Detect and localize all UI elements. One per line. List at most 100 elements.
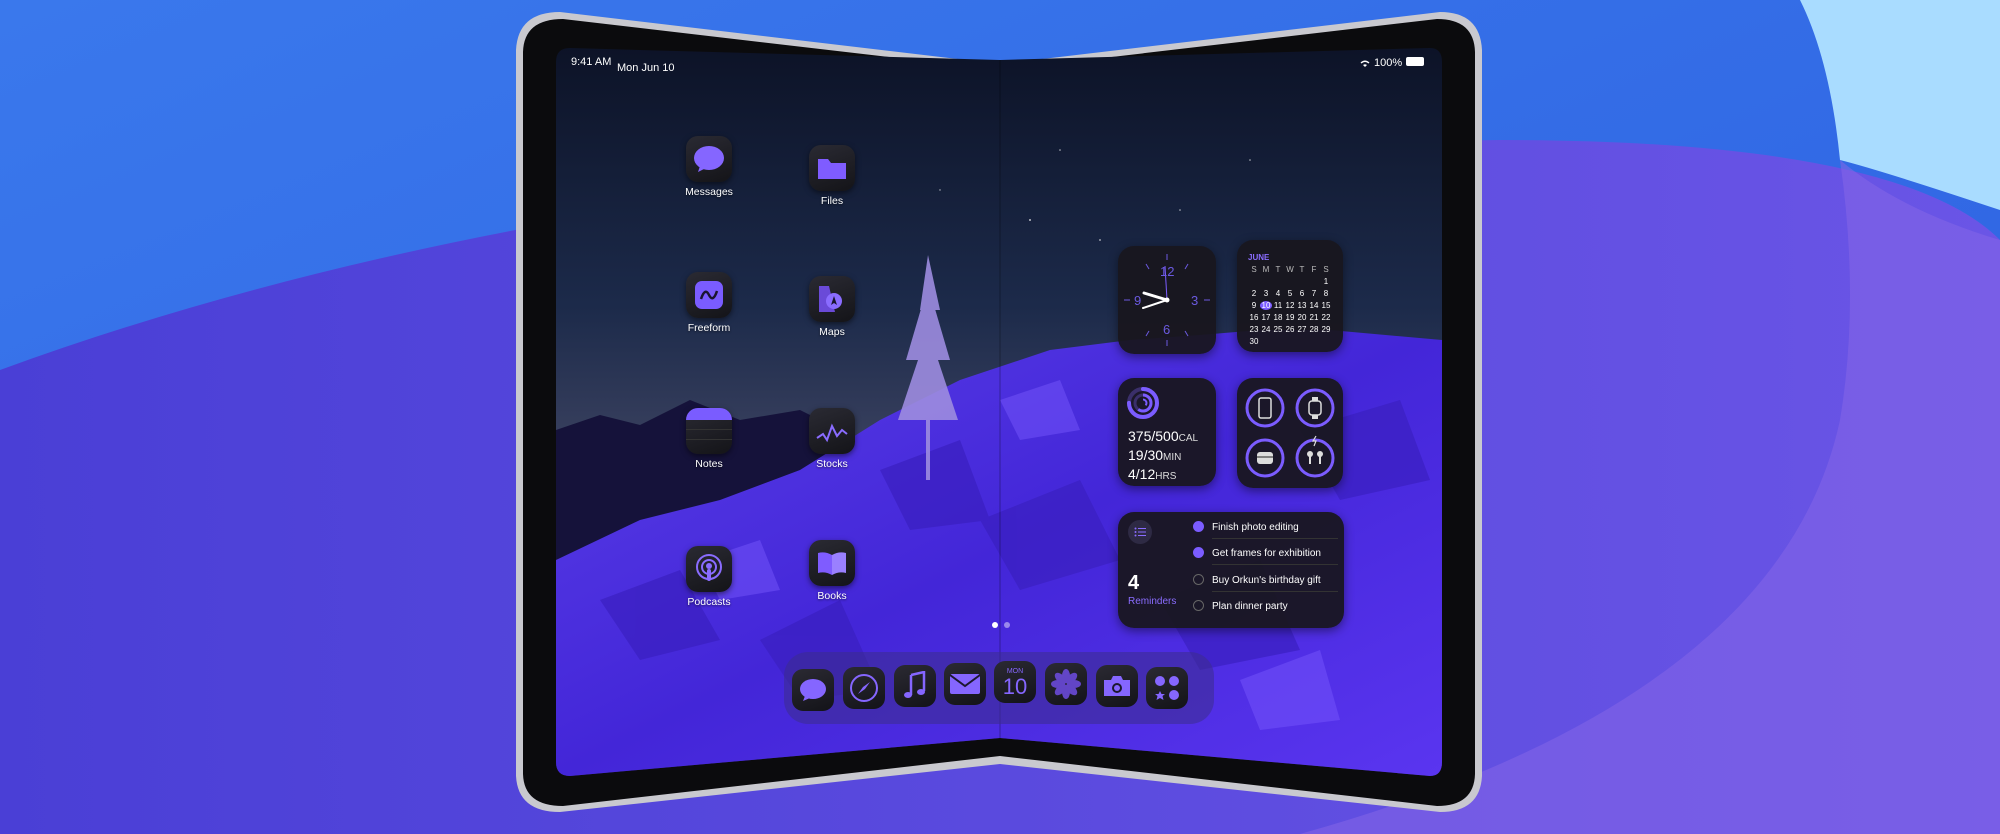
dock-messages[interactable]	[792, 669, 834, 711]
calendar-day[interactable]: 11	[1272, 301, 1284, 310]
calendar-widget[interactable]: JUNE S M T W T F S 1 2 3 4 5 6 7 8 9 10 11 12 13 14 15 16 17 18 1…	[1237, 240, 1343, 352]
calendar-day[interactable]: 27	[1296, 325, 1308, 334]
calendar-day[interactable]: 2	[1248, 289, 1260, 298]
calendar-day[interactable]: 3	[1260, 289, 1272, 298]
list-bullet-icon	[1128, 520, 1152, 544]
calendar-day[interactable]: 30	[1248, 337, 1260, 346]
iphone-icon	[1258, 397, 1272, 419]
calendar-day	[1284, 277, 1296, 286]
calendar-day[interactable]: 28	[1308, 325, 1320, 334]
reminder-checkbox[interactable]	[1193, 547, 1204, 558]
calendar-day[interactable]: 6	[1296, 289, 1308, 298]
app-podcasts[interactable]: Podcasts	[664, 546, 754, 608]
calendar-day[interactable]: 26	[1284, 325, 1296, 334]
reminder-item[interactable]: Plan dinner party	[1212, 601, 1288, 612]
dock-calendar-date: 10	[1002, 673, 1028, 699]
calendar-month: JUNE	[1248, 253, 1270, 262]
app-label: Podcasts	[687, 596, 731, 608]
calendar-today[interactable]: 10	[1260, 301, 1272, 310]
fitness-widget[interactable]: 375/500CAL 19/30MIN 4/12HRS	[1118, 378, 1216, 486]
calendar-day[interactable]: 9	[1248, 301, 1260, 310]
dock-camera[interactable]	[1096, 665, 1138, 707]
calendar-day[interactable]: 8	[1320, 289, 1332, 298]
divider	[1212, 538, 1338, 539]
reminder-item[interactable]: Buy Orkun's birthday gift	[1212, 575, 1321, 586]
calendar-grid: S M T W T F S 1 2 3 4 5 6 7 8 9 10 11 12 13 14 15 16 17 18 19 20 21…	[1248, 265, 1332, 346]
app-label: Stocks	[816, 458, 848, 470]
safari-icon	[850, 674, 878, 702]
calendar-day[interactable]: 12	[1284, 301, 1296, 310]
calendar-day[interactable]: 17	[1260, 313, 1272, 322]
charging-bolt-icon	[1311, 435, 1317, 447]
calendar-day[interactable]: 25	[1272, 325, 1284, 334]
calendar-day[interactable]: 29	[1320, 325, 1332, 334]
calendar-day[interactable]: 13	[1296, 301, 1308, 310]
calendar-day[interactable]: 5	[1284, 289, 1296, 298]
calendar-day[interactable]: 19	[1284, 313, 1296, 322]
reminder-item[interactable]: Finish photo editing	[1212, 522, 1299, 533]
status-time: 9:41 AM	[571, 56, 612, 68]
calendar-day	[1296, 277, 1308, 286]
reminders-widget[interactable]: 4 Reminders Finish photo editing Get fra…	[1118, 512, 1344, 628]
app-label: Messages	[685, 186, 733, 198]
clock-widget[interactable]: 12 3 6 9	[1118, 246, 1216, 354]
calendar-day[interactable]: 22	[1320, 313, 1332, 322]
page-indicator-dot-active[interactable]	[992, 622, 998, 628]
reminder-checkbox[interactable]	[1193, 521, 1204, 532]
calendar-weekday: W	[1286, 265, 1294, 274]
clock-numeral-12: 12	[1160, 264, 1175, 279]
activity-rings-icon	[1127, 387, 1159, 419]
airpods-case-icon	[1257, 452, 1273, 464]
stocks-icon	[809, 408, 855, 454]
app-folder-icon	[1155, 676, 1179, 700]
calendar-day	[1308, 337, 1320, 346]
app-notes[interactable]: Notes	[664, 408, 754, 470]
dock-music[interactable]	[894, 665, 936, 707]
dock-calendar[interactable]: MON 10	[994, 661, 1036, 703]
clock-face-icon	[1124, 254, 1210, 346]
battery-icon	[1406, 57, 1424, 66]
app-freeform[interactable]: Freeform	[664, 272, 754, 334]
stand-unit: HRS	[1155, 471, 1177, 482]
camera-icon	[1104, 676, 1130, 696]
page-indicator-dot[interactable]	[1004, 622, 1010, 628]
app-stocks[interactable]: Stocks	[787, 408, 877, 470]
divider	[1212, 591, 1338, 592]
dock: MON 10	[784, 652, 1214, 724]
fitness-move: 375/500CAL	[1128, 428, 1198, 447]
reminder-checkbox[interactable]	[1193, 600, 1204, 611]
dock-app-folder[interactable]	[1146, 667, 1188, 709]
freeform-icon	[686, 272, 732, 318]
calendar-day	[1320, 337, 1332, 346]
reminder-checkbox[interactable]	[1193, 574, 1204, 585]
calendar-day[interactable]: 16	[1248, 313, 1260, 322]
calendar-day[interactable]: 1	[1320, 277, 1332, 286]
exercise-value: 19/30	[1128, 447, 1164, 463]
calendar-day[interactable]: 14	[1308, 301, 1320, 310]
messages-icon	[686, 136, 732, 182]
calendar-day[interactable]: 18	[1272, 313, 1284, 322]
wifi-icon	[1359, 58, 1371, 71]
app-files[interactable]: Files	[787, 145, 877, 207]
reminders-count: 4	[1128, 572, 1140, 594]
app-messages[interactable]: Messages	[664, 136, 754, 198]
batteries-widget[interactable]	[1237, 378, 1343, 488]
dock-photos[interactable]	[1045, 663, 1087, 705]
books-icon	[809, 540, 855, 586]
dock-mail[interactable]	[944, 663, 986, 705]
calendar-day[interactable]: 23	[1248, 325, 1260, 334]
reminder-item[interactable]: Get frames for exhibition	[1212, 548, 1321, 559]
calendar-day[interactable]: 4	[1272, 289, 1284, 298]
calendar-day[interactable]: 21	[1308, 313, 1320, 322]
calendar-day[interactable]: 20	[1296, 313, 1308, 322]
calendar-weekday: T	[1299, 265, 1305, 274]
calendar-day[interactable]: 15	[1320, 301, 1332, 310]
app-maps[interactable]: Maps	[787, 276, 877, 338]
calendar-day	[1260, 337, 1272, 346]
calendar-day[interactable]: 7	[1308, 289, 1320, 298]
app-books[interactable]: Books	[787, 540, 877, 602]
dock-safari[interactable]	[843, 667, 885, 709]
folder-icon	[809, 145, 855, 191]
mail-icon	[949, 674, 981, 694]
calendar-day[interactable]: 24	[1260, 325, 1272, 334]
